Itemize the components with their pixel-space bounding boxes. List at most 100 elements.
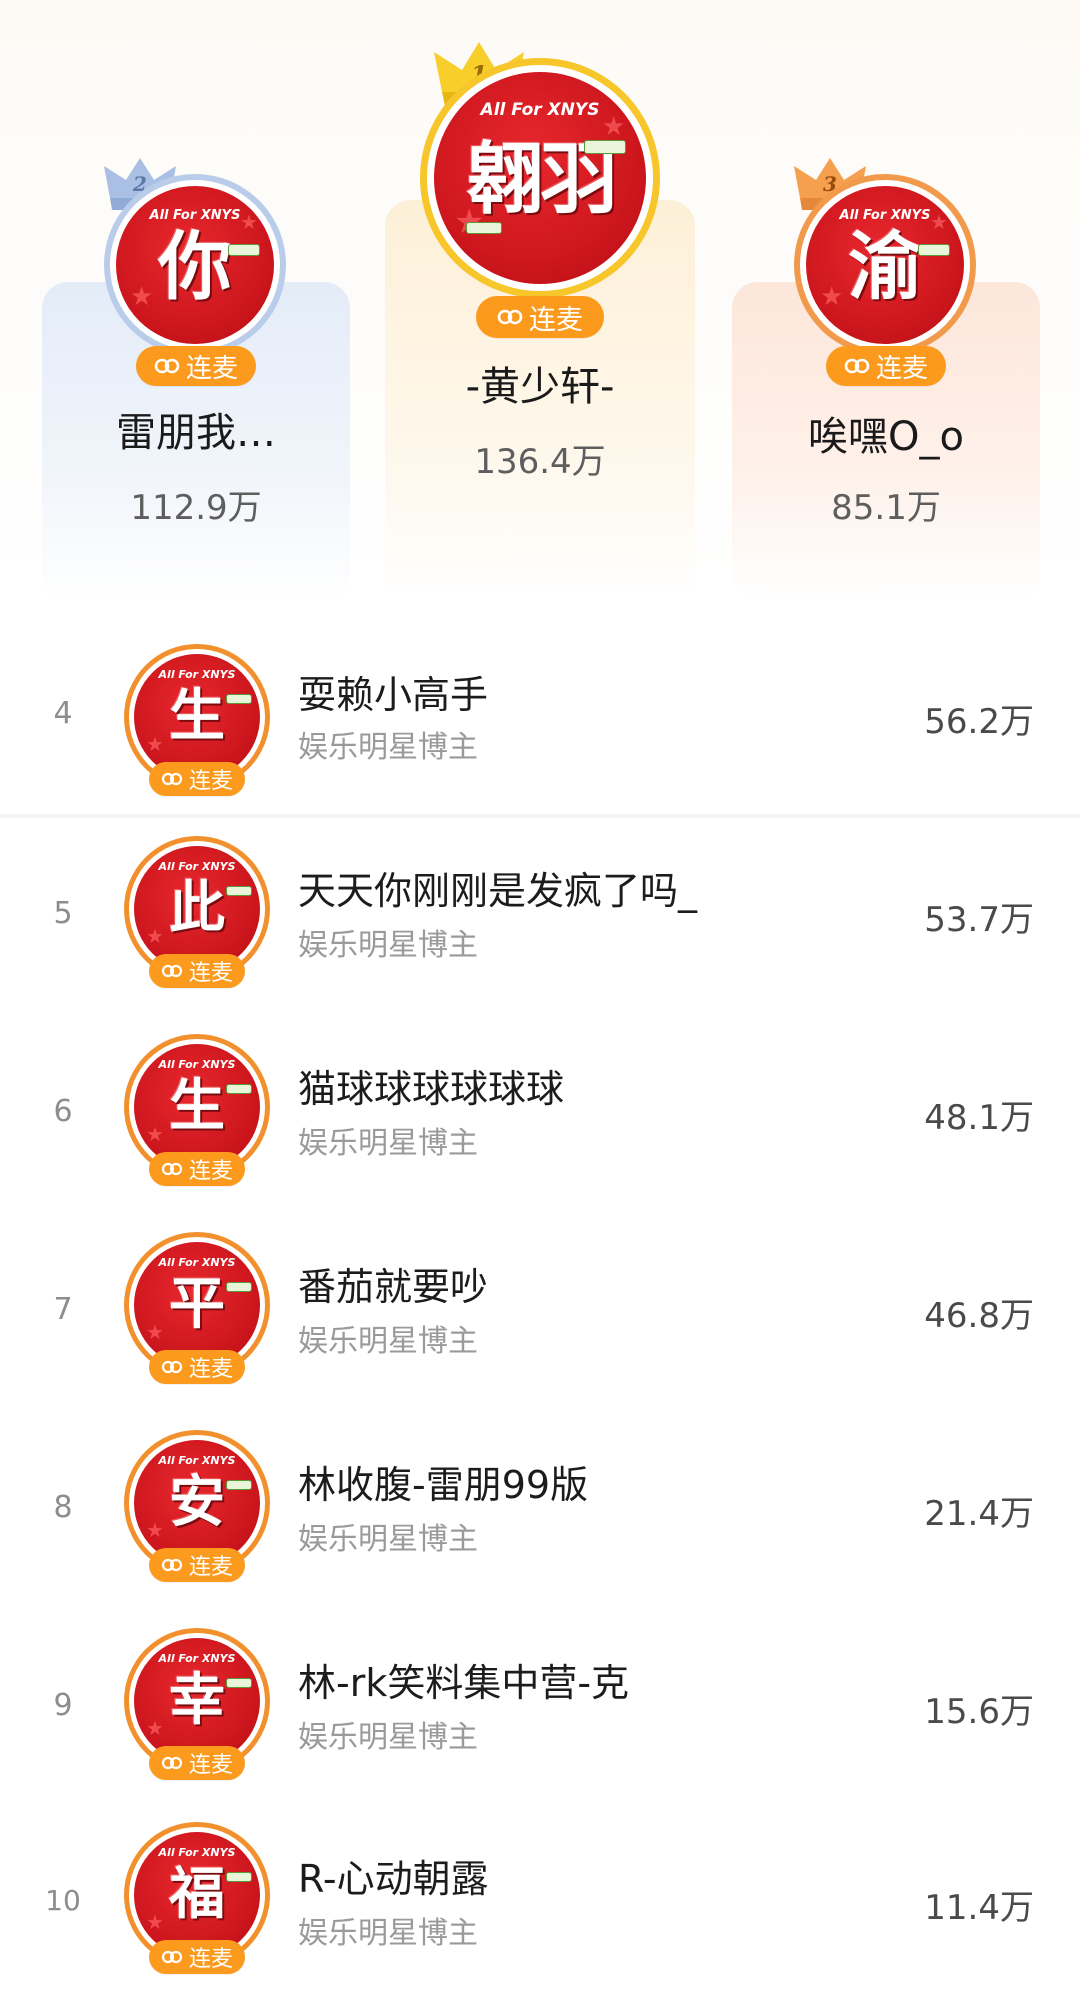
live-connect-badge[interactable]: 连麦 (149, 1548, 245, 1582)
rank-number: 7 (53, 1292, 73, 1327)
live-badge-label: 连麦 (188, 1753, 233, 1778)
rank-number: 8 (53, 1490, 73, 1525)
live-badge-label: 连麦 (188, 961, 233, 986)
user-subtitle: 娱乐明星博主 (298, 1916, 478, 1951)
list-item[interactable]: 9 ★ All For XNYS 幸 连麦 林-rk笑料集中营-克 娱乐明星博主… (0, 1610, 1080, 1808)
avatar[interactable]: ★ All For XNYS 安 连麦 (124, 1430, 270, 1582)
podium-score: 112.9万 (130, 488, 262, 528)
podium-username[interactable]: -黄少轩- (385, 354, 695, 412)
rank-number: 9 (53, 1688, 73, 1723)
rank-number: 4 (53, 696, 73, 731)
podium-entry-1[interactable]: 1 ★ ★ All For XNYS 翱羽 连麦 (385, 0, 695, 590)
live-connect-badge[interactable]: 连麦 (826, 346, 946, 386)
rank-number: 5 (53, 896, 73, 931)
avatar-character: 你 (158, 224, 232, 310)
podium-score: 85.1万 (831, 488, 941, 528)
live-badge-label: 连麦 (188, 1555, 233, 1580)
avatar-top-text: All For XNYS (480, 100, 600, 120)
link-rings-icon (161, 1950, 183, 1964)
avatar[interactable]: ★ All For XNYS 福 连麦 (124, 1822, 270, 1974)
podium-username[interactable]: 唉嘿O_o (732, 404, 1040, 462)
avatar-top-text: All For XNYS (158, 1058, 236, 1071)
live-connect-badge[interactable]: 连麦 (149, 954, 245, 988)
list-item[interactable]: 5 ★ All For XNYS 此 连麦 天天你刚刚是发疯了吗_ 娱乐明星博主… (0, 818, 1080, 1016)
sticker-tag (466, 222, 502, 234)
avatar-top-text: All For XNYS (149, 208, 241, 223)
sticker-tag (226, 1480, 252, 1490)
sticker-tag (226, 886, 252, 896)
live-connect-badge[interactable]: 连麦 (149, 762, 245, 796)
avatar[interactable]: ★ All For XNYS 生 连麦 (124, 644, 270, 796)
live-badge-label: 连麦 (875, 353, 928, 384)
rank-number: 6 (53, 1094, 73, 1129)
live-connect-badge[interactable]: 连麦 (136, 346, 256, 386)
sticker-tag (918, 244, 950, 256)
score-value: 48.1万 (924, 1098, 1034, 1138)
link-rings-icon (161, 772, 183, 786)
list-item[interactable]: 7 ★ All For XNYS 平 连麦 番茄就要吵 娱乐明星博主 46.8万 (0, 1214, 1080, 1412)
live-badge-label: 连麦 (188, 1357, 233, 1382)
avatar[interactable]: ★ All For XNYS 生 连麦 (124, 1034, 270, 1186)
live-badge-label: 连麦 (188, 1947, 233, 1972)
username[interactable]: 天天你刚刚是发疯了吗_ (298, 860, 697, 915)
link-rings-icon (161, 1558, 183, 1572)
avatar-top-text: All For XNYS (158, 1846, 236, 1859)
list-item[interactable]: 6 ★ All For XNYS 生 连麦 猫球球球球球球 娱乐明星博主 48.… (0, 1016, 1080, 1214)
avatar-top-text: All For XNYS (158, 1652, 236, 1665)
link-rings-icon (161, 964, 183, 978)
link-rings-icon (161, 1756, 183, 1770)
score-value: 21.4万 (924, 1494, 1034, 1534)
username[interactable]: 耍赖小高手 (298, 664, 488, 719)
score-value: 53.7万 (924, 900, 1034, 940)
avatar[interactable]: ★ All For XNYS 幸 连麦 (124, 1628, 270, 1780)
username[interactable]: 猫球球球球球球 (298, 1058, 564, 1113)
user-subtitle: 娱乐明星博主 (298, 730, 478, 765)
sticker-tag (226, 694, 252, 704)
link-rings-icon (497, 309, 523, 325)
avatar-top-text: All For XNYS (158, 860, 236, 873)
username[interactable]: 林-rk笑料集中营-克 (298, 1652, 629, 1707)
avatar[interactable]: ★ All For XNYS 此 连麦 (124, 836, 270, 988)
live-connect-badge[interactable]: 连麦 (149, 1746, 245, 1780)
avatar[interactable]: ★ ★ All For XNYS 你 (104, 174, 286, 356)
live-badge-label: 连麦 (188, 769, 233, 794)
podium-entry-3[interactable]: 3 ★ ★ All For XNYS 渝 连麦 唉嘿O_o 85.1万 (732, 0, 1040, 590)
podium-username[interactable]: 雷朋我… (42, 400, 350, 458)
list-item[interactable]: 4 ★ All For XNYS 生 连麦 耍赖小高手 娱乐明星博主 56.2万 (0, 618, 1080, 816)
live-connect-badge[interactable]: 连麦 (149, 1350, 245, 1384)
top-three-podium: 2 ★ ★ All For XNYS 你 连麦 雷朋我… 112.9万 ★ Al… (0, 0, 1080, 600)
sticker-tag (228, 244, 260, 256)
avatar-top-text: All For XNYS (158, 1454, 236, 1467)
live-connect-badge[interactable]: 连麦 (476, 296, 604, 338)
username[interactable]: R-心动朝露 (298, 1848, 489, 1903)
list-item[interactable]: 8 ★ All For XNYS 安 连麦 林收腹-雷朋99版 娱乐明星博主 2… (0, 1412, 1080, 1610)
sticker-tag (226, 1678, 252, 1688)
avatar[interactable]: ★ ★ All For XNYS 渝 (794, 174, 976, 356)
avatar[interactable]: ★ ★ All For XNYS 翱羽 (420, 58, 660, 298)
rank-number: 10 (45, 1884, 81, 1917)
sticker-tag (226, 1282, 252, 1292)
avatar[interactable]: ★ All For XNYS 平 连麦 (124, 1232, 270, 1384)
live-badge-label: 连麦 (188, 1159, 233, 1184)
sticker-tag (226, 1084, 252, 1094)
list-item[interactable]: 10 ★ All For XNYS 福 连麦 R-心动朝露 娱乐明星博主 11.… (0, 1808, 1080, 2006)
live-badge-label: 连麦 (185, 353, 238, 384)
username[interactable]: 林收腹-雷朋99版 (298, 1454, 588, 1509)
user-subtitle: 娱乐明星博主 (298, 1720, 478, 1755)
avatar-character: 渝 (848, 224, 922, 310)
ranking-page: 2 ★ ★ All For XNYS 你 连麦 雷朋我… 112.9万 ★ Al… (0, 0, 1080, 2014)
live-connect-badge[interactable]: 连麦 (149, 1152, 245, 1186)
user-subtitle: 娱乐明星博主 (298, 1522, 478, 1557)
avatar-top-text: All For XNYS (158, 668, 236, 681)
username[interactable]: 番茄就要吵 (298, 1256, 488, 1311)
user-subtitle: 娱乐明星博主 (298, 1324, 478, 1359)
link-rings-icon (161, 1162, 183, 1176)
live-badge-label: 连麦 (529, 304, 583, 336)
score-value: 56.2万 (924, 702, 1034, 742)
avatar-top-text: All For XNYS (158, 1256, 236, 1269)
score-value: 46.8万 (924, 1296, 1034, 1336)
link-rings-icon (161, 1360, 183, 1374)
live-connect-badge[interactable]: 连麦 (149, 1940, 245, 1974)
sticker-tag (226, 1872, 252, 1882)
podium-entry-2[interactable]: 2 ★ ★ All For XNYS 你 连麦 雷朋我… 112.9万 (42, 0, 350, 590)
